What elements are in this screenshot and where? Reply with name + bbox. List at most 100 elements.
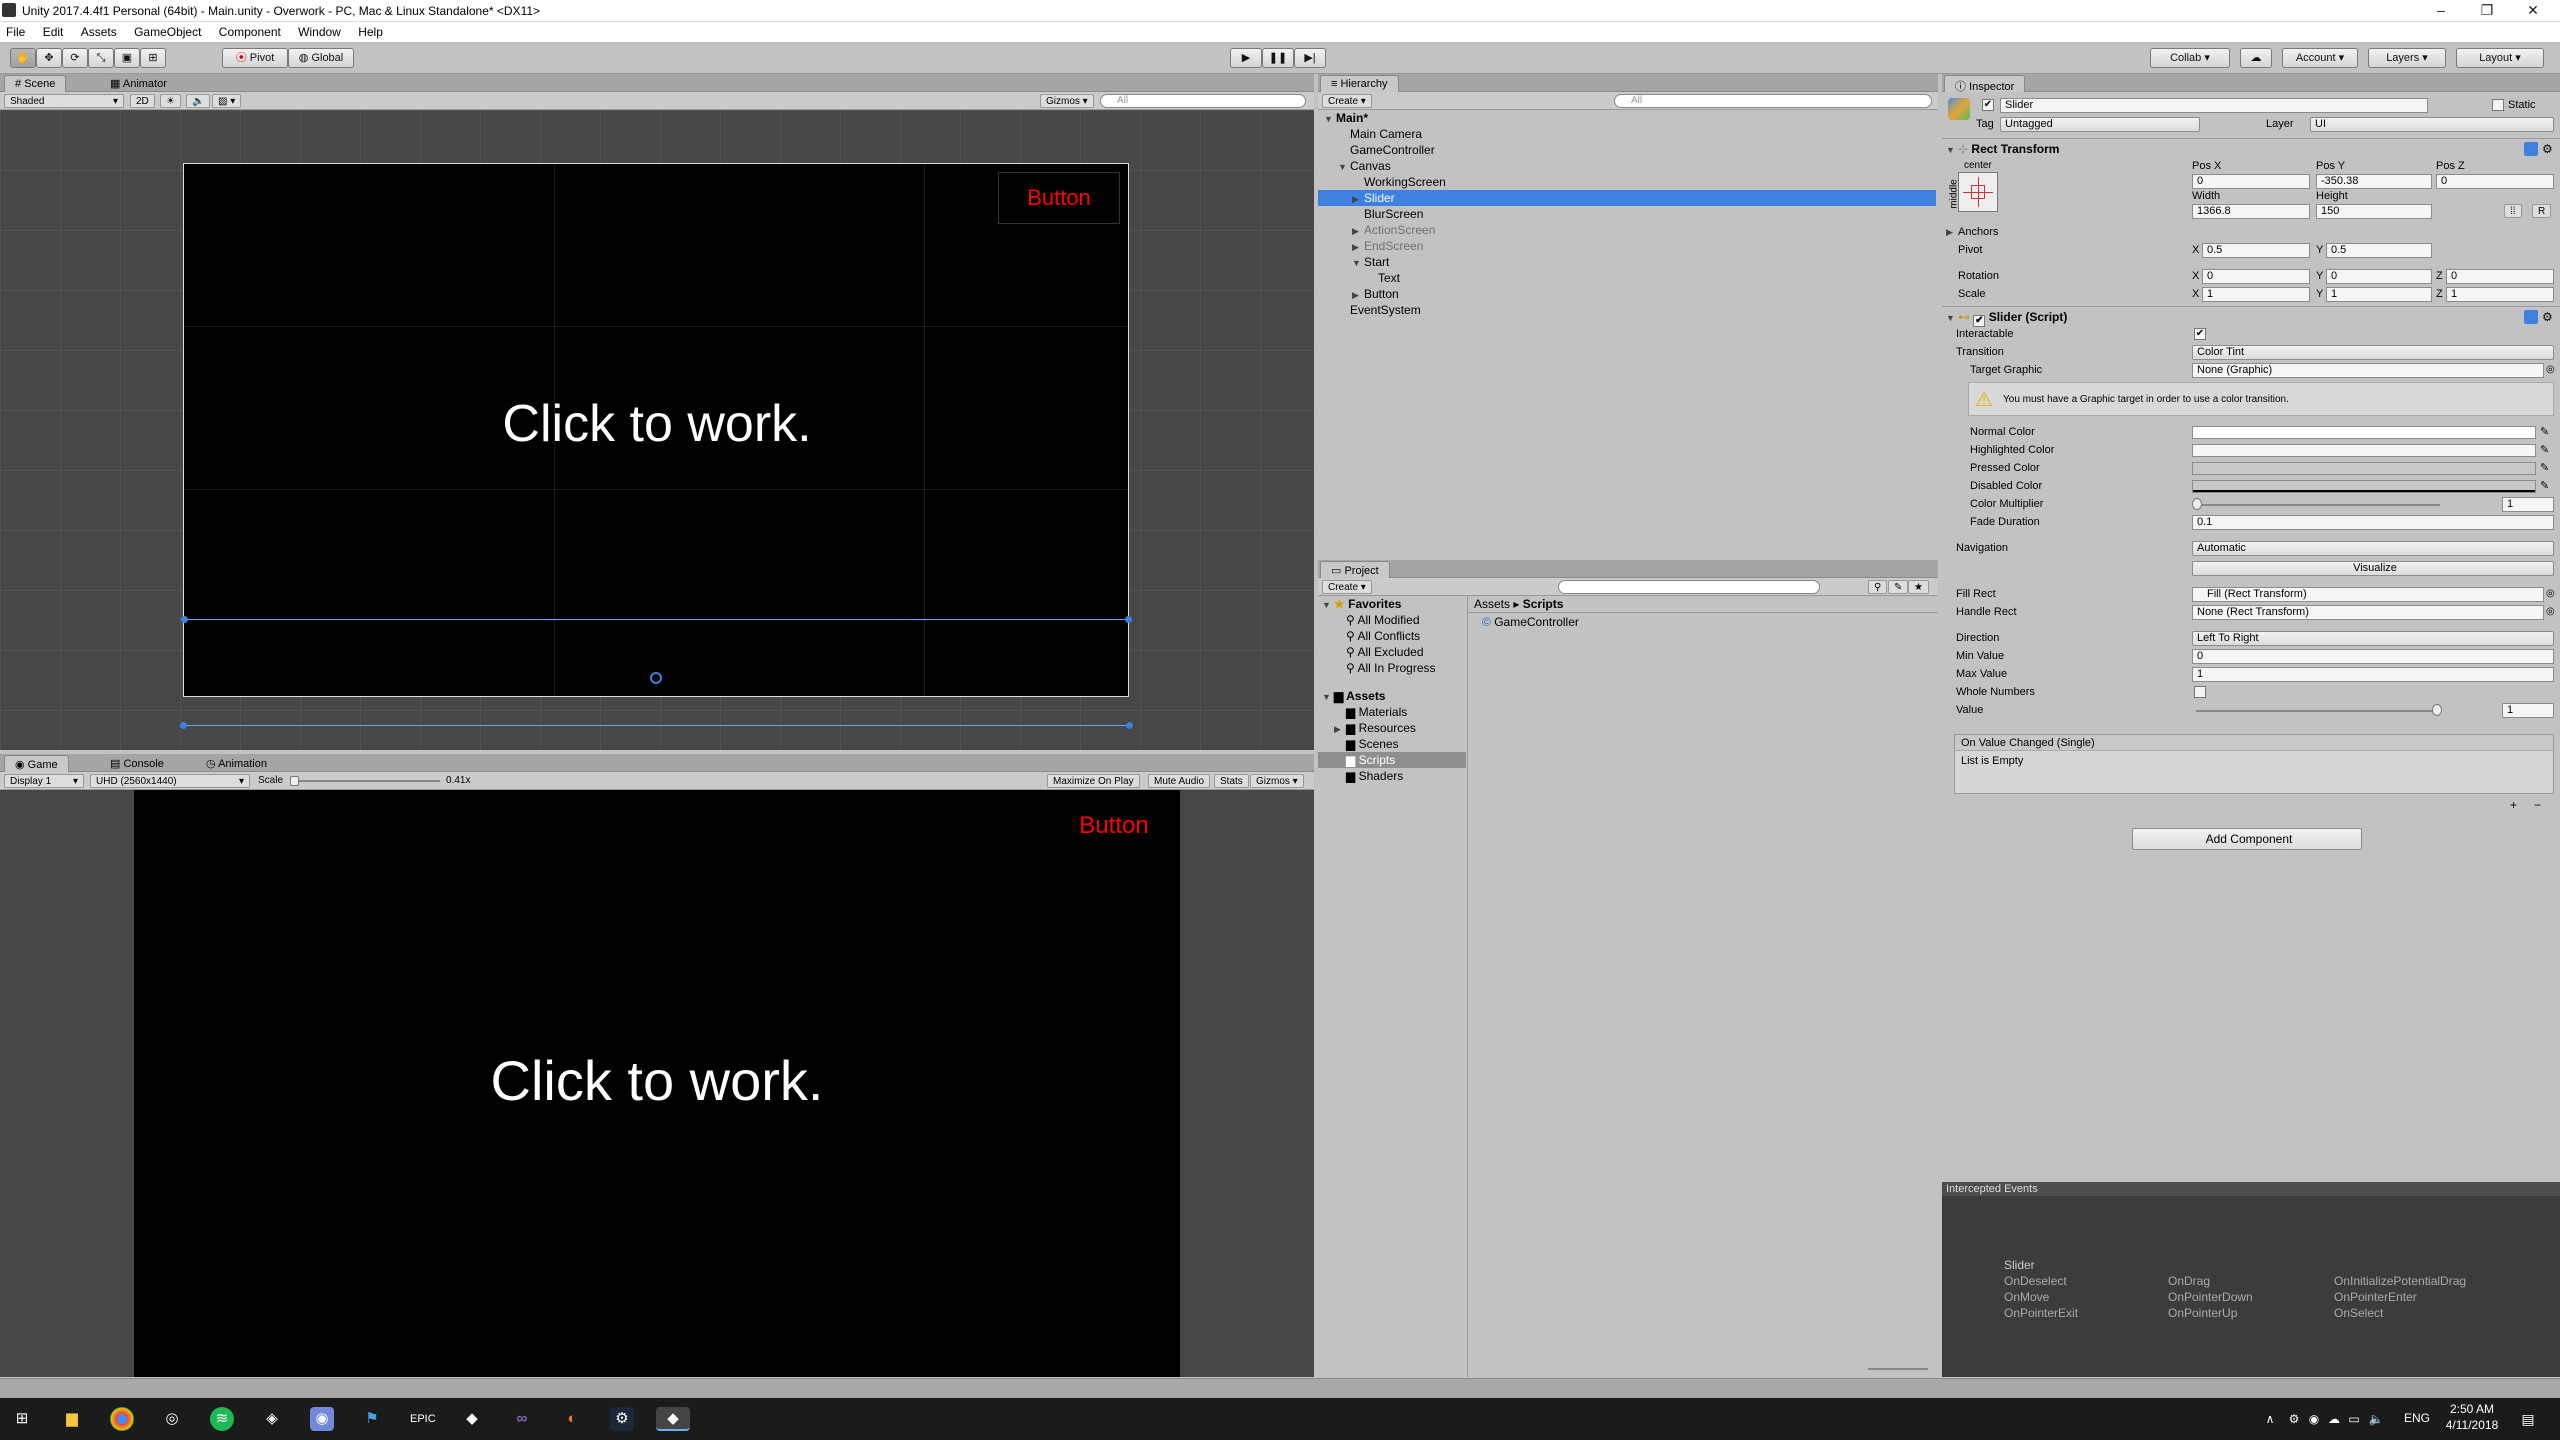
color-multiplier-field[interactable]: 1 <box>2502 497 2554 512</box>
help-book-icon[interactable] <box>2524 310 2538 324</box>
color-multiplier-slider[interactable] <box>2196 504 2440 506</box>
transform-tool-icon[interactable]: ⊞ <box>140 48 166 68</box>
rect-handle[interactable] <box>180 722 187 729</box>
rect-transform-header[interactable]: ▼ ⊹ Rect Transform <box>1946 140 2059 158</box>
min-value-field[interactable]: 0 <box>2192 649 2554 664</box>
pivot-y-field[interactable]: 0.5 <box>2326 243 2432 258</box>
game-gizmos-dropdown[interactable]: Gizmos ▾ <box>1250 774 1304 788</box>
slider-script-header[interactable]: ▼ ⊷ ✔ Slider (Script) <box>1946 308 2067 327</box>
zoom-slider[interactable] <box>1868 1368 1928 1370</box>
menu-component[interactable]: Component <box>213 22 289 39</box>
layer-dropdown[interactable]: UI <box>2310 117 2554 132</box>
max-value-field[interactable]: 1 <box>2192 667 2554 682</box>
favorite-item[interactable]: ⚲ All Conflicts <box>1346 628 1420 644</box>
game-button[interactable]: Button <box>1054 812 1174 840</box>
posz-field[interactable]: 0 <box>2436 174 2554 189</box>
tab-animation[interactable]: ◷ Animation <box>196 755 277 772</box>
game-viewport[interactable]: Button Click to work. <box>0 790 1314 1377</box>
unity-hub-icon[interactable]: ◆ <box>460 1407 484 1431</box>
step-button[interactable]: ▶| <box>1294 48 1326 68</box>
hierarchy-item[interactable]: WorkingScreen <box>1318 174 1936 190</box>
hierarchy-search-input[interactable]: All <box>1614 94 1932 108</box>
scale-y-field[interactable]: 1 <box>2326 287 2432 302</box>
posx-field[interactable]: 0 <box>2192 174 2310 189</box>
tab-console[interactable]: ▤ Console <box>100 755 174 772</box>
settings-gear-icon[interactable]: ⚙ <box>2542 142 2553 156</box>
folder-item[interactable]: ▆ Shaders <box>1346 768 1403 784</box>
anchors-foldout[interactable]: ▶ Anchors <box>1946 224 1998 240</box>
language-indicator[interactable]: ENG <box>2404 1411 2430 1425</box>
minimize-button[interactable]: – <box>2418 0 2464 22</box>
epic-games-icon[interactable]: EPIC <box>410 1407 436 1431</box>
project-create-dropdown[interactable]: Create ▾ <box>1322 580 1372 594</box>
add-component-button[interactable]: Add Component <box>2132 828 2362 850</box>
tag-dropdown[interactable]: Untagged <box>2000 117 2200 132</box>
folder-item-selected[interactable]: ▆ Scripts <box>1318 752 1466 768</box>
hierarchy-item[interactable]: ▶ EndScreen <box>1318 238 1936 254</box>
unity-taskbar-icon[interactable]: ◆ <box>656 1407 690 1431</box>
expand-arrow-icon[interactable]: ▼ <box>1324 111 1336 127</box>
mute-audio-toggle[interactable]: Mute Audio <box>1148 774 1211 788</box>
expand-arrow-icon[interactable]: ▶ <box>1352 239 1364 255</box>
tab-hierarchy[interactable]: ≡ Hierarchy <box>1320 75 1399 92</box>
steam-icon[interactable]: ⚙ <box>610 1407 634 1431</box>
close-button[interactable]: ✕ <box>2510 0 2556 22</box>
target-graphic-field[interactable]: None (Graphic) <box>2192 363 2544 378</box>
transition-dropdown[interactable]: Color Tint <box>2192 345 2554 360</box>
filter-type-icon[interactable]: ⚲ <box>1868 580 1888 594</box>
normal-color-swatch[interactable] <box>2192 426 2536 439</box>
layers-dropdown[interactable]: Layers ▾ <box>2368 48 2446 68</box>
stats-toggle[interactable]: Stats <box>1214 774 1249 788</box>
app-icon[interactable]: ◈ <box>260 1407 284 1431</box>
rotation-z-field[interactable]: 0 <box>2446 269 2554 284</box>
menu-window[interactable]: Window <box>292 22 349 39</box>
eyedropper-icon[interactable]: ✎ <box>2540 424 2549 440</box>
scene-viewport[interactable]: Button Click to work. <box>0 110 1314 750</box>
effects-icon[interactable]: ▨ ▾ <box>212 94 242 108</box>
tab-project[interactable]: ▭ Project <box>1320 561 1390 578</box>
restore-button[interactable]: ❐ <box>2464 0 2510 22</box>
folder-item[interactable]: ▆ Scenes <box>1346 736 1399 752</box>
scale-z-field[interactable]: 1 <box>2446 287 2554 302</box>
menu-gameobject[interactable]: GameObject <box>128 22 209 39</box>
fill-rect-field[interactable]: Fill (Rect Transform) <box>2192 587 2544 602</box>
favorites-header[interactable]: ▼ ★ Favorites <box>1322 596 1401 612</box>
settings-gear-icon[interactable]: ⚙ <box>2542 310 2553 324</box>
help-book-icon[interactable] <box>2524 142 2538 156</box>
pivot-toggle[interactable]: ⦿ Pivot <box>222 48 288 68</box>
pause-button[interactable]: ❚❚ <box>1262 48 1294 68</box>
active-checkbox[interactable]: ✔ <box>1982 99 1994 111</box>
height-field[interactable]: 150 <box>2316 204 2432 219</box>
hierarchy-item[interactable]: EventSystem <box>1318 302 1936 318</box>
object-picker-icon[interactable]: ◎ <box>2546 362 2555 378</box>
chrome-icon[interactable] <box>110 1407 134 1431</box>
tray-volume-icon[interactable]: 🔈 <box>2364 1407 2388 1431</box>
favorite-star-icon[interactable]: ★ <box>1908 580 1929 594</box>
remove-event-button[interactable]: − <box>2534 798 2541 812</box>
rotate-tool-icon[interactable]: ⟳ <box>62 48 88 68</box>
eyedropper-icon[interactable]: ✎ <box>2540 460 2549 476</box>
scale-slider-track[interactable] <box>292 780 440 782</box>
folder-item[interactable]: ▶ ▆ Resources <box>1334 720 1416 736</box>
file-item[interactable]: © GameController <box>1482 614 1579 630</box>
raw-edit-button[interactable]: R <box>2532 204 2552 218</box>
pivot-handle[interactable] <box>650 672 662 684</box>
width-field[interactable]: 1366.8 <box>2192 204 2310 219</box>
tab-game[interactable]: ◉ Game <box>4 755 69 772</box>
clock-date[interactable]: 4/11/2018 <box>2436 1418 2508 1432</box>
rotation-y-field[interactable]: 0 <box>2326 269 2432 284</box>
direction-dropdown[interactable]: Left To Right <box>2192 631 2554 646</box>
2d-toggle[interactable]: 2D <box>130 94 155 108</box>
hierarchy-item[interactable]: ▼ Main* <box>1318 110 1936 126</box>
value-slider[interactable] <box>2196 710 2440 712</box>
maps-icon[interactable]: ⚑ <box>360 1407 384 1431</box>
expand-arrow-icon[interactable]: ▼ <box>1352 255 1364 271</box>
handle-rect-field[interactable]: None (Rect Transform) <box>2192 605 2544 620</box>
hierarchy-create-dropdown[interactable]: Create ▾ <box>1322 94 1372 108</box>
project-search-input[interactable] <box>1558 580 1820 594</box>
folder-item[interactable]: ▆ Materials <box>1346 704 1407 720</box>
light-icon[interactable]: ☀ <box>160 94 181 108</box>
scene-gizmos-dropdown[interactable]: Gizmos ▾ <box>1040 94 1094 108</box>
game-screen[interactable]: Button Click to work. <box>134 790 1180 1377</box>
layout-dropdown[interactable]: Layout ▾ <box>2456 48 2544 68</box>
